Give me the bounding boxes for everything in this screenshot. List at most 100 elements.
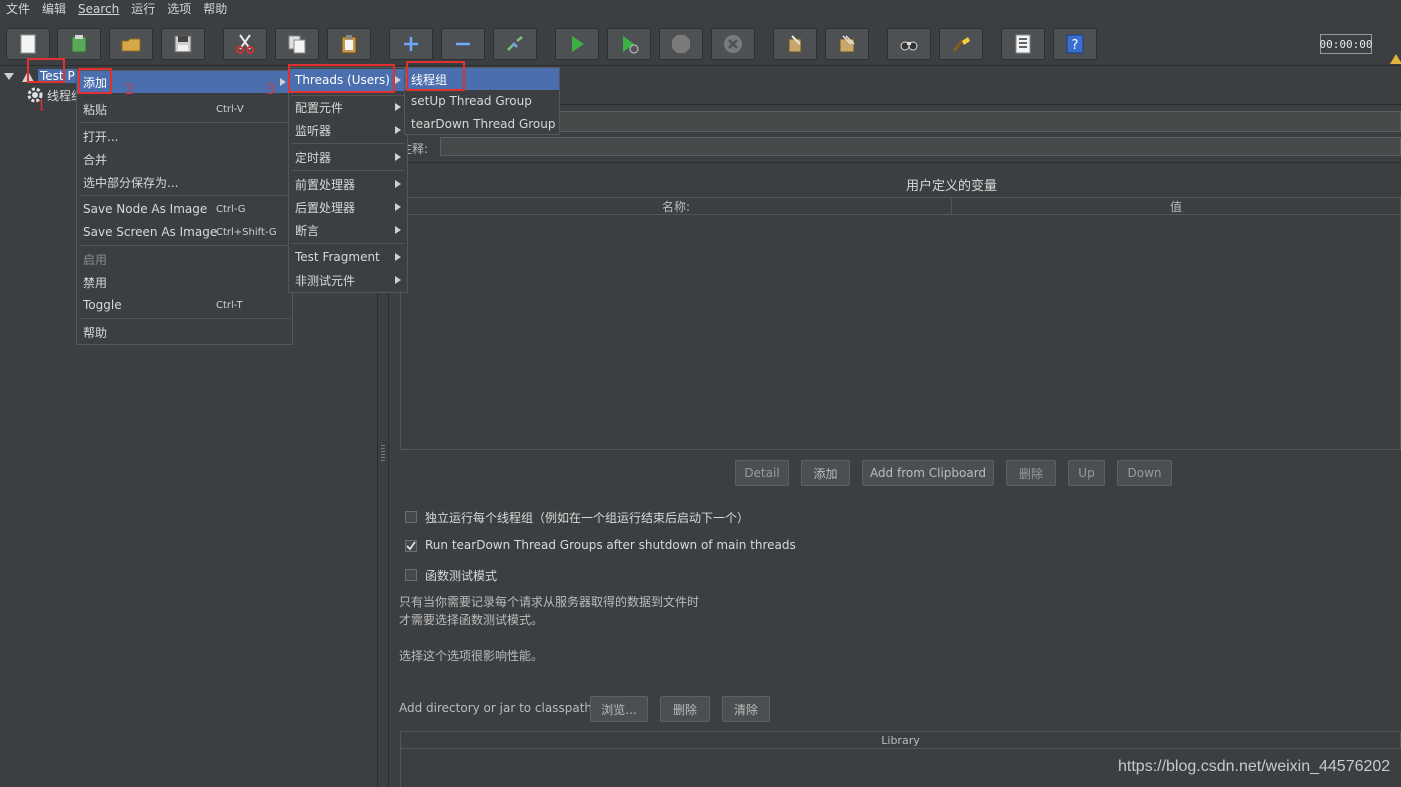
menu-edit[interactable]: 编辑 [36,0,72,19]
svg-text:?: ? [1072,38,1079,53]
add-button[interactable]: 添加 [801,460,850,486]
start-no-pause-button[interactable] [607,28,651,60]
start-button[interactable] [555,28,599,60]
menu-item-label: 合并 [83,152,108,167]
menu-help[interactable]: 帮助 [197,0,233,19]
menu-run[interactable]: 运行 [125,0,161,19]
shutdown-icon [724,35,742,53]
column-header-name[interactable]: 名称: [400,197,952,215]
menu-item-label: Toggle [83,298,122,312]
help-button[interactable]: ? [1053,28,1097,60]
submenu-item-listener[interactable]: 监听器 [289,119,407,141]
menu-item-label: 配置元件 [295,100,344,115]
serialize-threadgroups-checkbox[interactable] [405,511,417,523]
delete-classpath-button[interactable]: 删除 [660,696,710,722]
submenu-item-teardown-thread-group[interactable]: tearDown Thread Group [405,113,559,135]
variables-table-body[interactable] [400,214,1401,450]
context-menu-item-save-node-image[interactable]: Save Node As Image Ctrl-G [77,198,292,220]
toggle-button[interactable] [493,28,537,60]
paste-button[interactable] [327,28,371,60]
annotation-number-3: 3 [266,82,275,98]
submenu-item-assertion[interactable]: 断言 [289,219,407,241]
library-column-header-text: Library [881,733,920,747]
down-button[interactable]: Down [1117,460,1172,486]
cut-button[interactable] [223,28,267,60]
menu-item-shortcut: Ctrl-G [216,203,246,215]
tree-expand-icon[interactable] [4,72,14,80]
context-menu-item-toggle[interactable]: Toggle Ctrl-T [77,294,292,316]
menu-item-label: 粘贴 [83,102,108,117]
library-column-header[interactable]: Library [400,731,1401,749]
menu-item-label: 帮助 [83,325,108,340]
submenu-item-config[interactable]: 配置元件 [289,96,407,118]
collapse-button[interactable] [441,28,485,60]
menu-item-label: 断言 [295,223,320,238]
annotation-box-1 [27,58,65,83]
submenu-arrow-icon [395,226,401,234]
save-icon [174,35,192,53]
context-menu-item-save-screen-image[interactable]: Save Screen As Image Ctrl+Shift-G [77,221,292,243]
context-menu-item-paste[interactable]: 粘贴 Ctrl-V [77,98,292,120]
menubar: 文件 编辑 Search 运行 选项 帮助 [0,0,1401,19]
teardown-on-shutdown-checkbox[interactable] [405,540,417,552]
stop-icon [672,35,690,53]
submenu-arrow-icon [395,153,401,161]
submenu-arrow-icon [395,103,401,111]
templates-button[interactable] [57,28,101,60]
functional-mode-checkbox[interactable] [405,569,417,581]
column-header-value[interactable]: 值 [951,197,1401,215]
warning-icon[interactable] [1390,54,1401,64]
new-button[interactable] [6,28,50,60]
menu-separator [79,195,290,196]
function-helper-button[interactable] [1001,28,1045,60]
clear-button[interactable] [773,28,817,60]
context-menu: 添加 粘贴 Ctrl-V 打开... 合并 选中部分保存为... Save Nod… [76,70,293,345]
add-submenu: Threads (Users) 配置元件 监听器 定时器 前置处理器 后置处理器… [288,67,408,293]
function-helper-icon [1015,34,1031,54]
menu-file[interactable]: 文件 [0,0,36,19]
help-icon: ? [1066,34,1084,54]
search-button[interactable] [887,28,931,60]
open-button[interactable] [109,28,153,60]
submenu-item-test-fragment[interactable]: Test Fragment [289,246,407,268]
browse-button[interactable]: 浏览... [590,696,648,722]
delete-button[interactable]: 删除 [1006,460,1056,486]
context-menu-item-help[interactable]: 帮助 [77,321,292,343]
context-menu-item-disable[interactable]: 禁用 [77,271,292,293]
submenu-item-preprocessor[interactable]: 前置处理器 [289,173,407,195]
submenu-item-postprocessor[interactable]: 后置处理器 [289,196,407,218]
detail-button[interactable]: Detail [735,460,789,486]
context-menu-item-merge[interactable]: 合并 [77,148,292,170]
menu-item-label: tearDown Thread Group [411,117,556,131]
divider-grip[interactable] [381,445,385,461]
save-button[interactable] [161,28,205,60]
menu-separator [79,318,290,319]
copy-button[interactable] [275,28,319,60]
submenu-item-setup-thread-group[interactable]: setUp Thread Group [405,90,559,112]
submenu-arrow-icon [395,180,401,188]
column-header-value-text: 值 [1169,199,1182,214]
menu-search[interactable]: Search [72,0,125,19]
teardown-on-shutdown-label: Run tearDown Thread Groups after shutdow… [425,538,796,552]
add-from-clipboard-button[interactable]: Add from Clipboard [862,460,994,486]
comment-field[interactable] [440,137,1401,156]
context-menu-item-save-selection[interactable]: 选中部分保存为... [77,171,292,193]
user-variables-title: 用户定义的变量 [906,179,998,194]
submenu-arrow-icon [395,276,401,284]
clear-classpath-button[interactable]: 清除 [722,696,770,722]
shutdown-button[interactable] [711,28,755,60]
submenu-item-timer[interactable]: 定时器 [289,146,407,168]
expand-button[interactable] [389,28,433,60]
checkmark-icon [406,541,416,551]
menu-separator [291,243,405,244]
clear-all-button[interactable] [825,28,869,60]
up-button[interactable]: Up [1068,460,1105,486]
tree-node-thread-group[interactable]: 线程组 [26,86,83,104]
reset-search-button[interactable] [939,28,983,60]
context-menu-item-open[interactable]: 打开... [77,125,292,147]
stop-button[interactable] [659,28,703,60]
context-menu-item-enable[interactable]: 启用 [77,248,292,270]
performance-note: 选择这个选项很影响性能。 [399,649,544,663]
menu-options[interactable]: 选项 [161,0,197,19]
submenu-item-non-test[interactable]: 非测试元件 [289,269,407,291]
